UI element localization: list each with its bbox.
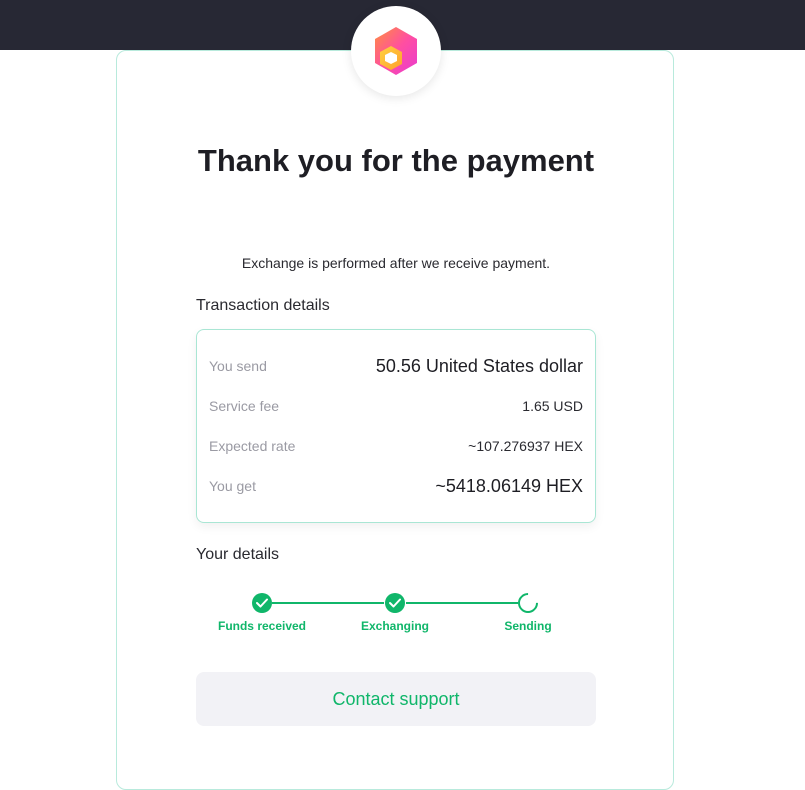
expected-rate-label: Expected rate bbox=[209, 438, 296, 454]
transaction-details-heading: Transaction details bbox=[196, 297, 330, 314]
hex-logo-icon bbox=[375, 27, 417, 75]
logo-badge bbox=[351, 6, 441, 96]
step-label-exchanging: Exchanging bbox=[360, 619, 429, 633]
service-fee-row: Service fee 1.65 USD bbox=[209, 394, 583, 418]
your-details-heading: Your details bbox=[196, 546, 280, 563]
you-send-label: You send bbox=[209, 358, 267, 374]
contact-support-button[interactable]: Contact support bbox=[196, 672, 596, 726]
step-connector bbox=[406, 602, 518, 604]
service-fee-value: 1.65 USD bbox=[522, 398, 583, 414]
check-icon bbox=[385, 593, 405, 613]
you-send-row: You send 50.56 United States dollar bbox=[209, 354, 583, 378]
transaction-details-box: You send 50.56 United States dollar Serv… bbox=[196, 329, 596, 523]
step-label-sending: Sending bbox=[504, 619, 552, 633]
page-subtitle: Exchange is performed after we receive p… bbox=[241, 255, 551, 271]
you-get-label: You get bbox=[209, 478, 256, 494]
expected-rate-row: Expected rate ~107.276937 HEX bbox=[209, 434, 583, 458]
you-get-row: You get ~5418.06149 HEX bbox=[209, 474, 583, 498]
expected-rate-value: ~107.276937 HEX bbox=[468, 438, 583, 454]
you-get-value: ~5418.06149 HEX bbox=[435, 475, 583, 496]
progress-stepper: Funds received Exchanging Sending bbox=[196, 588, 596, 640]
step-label-funds-received: Funds received bbox=[217, 619, 307, 633]
check-icon bbox=[252, 593, 272, 613]
step-connector bbox=[272, 602, 384, 604]
service-fee-label: Service fee bbox=[209, 398, 280, 414]
loading-spinner-icon bbox=[513, 588, 543, 618]
page-title: Thank you for the payment bbox=[197, 143, 595, 178]
you-send-value: 50.56 United States dollar bbox=[375, 355, 583, 376]
